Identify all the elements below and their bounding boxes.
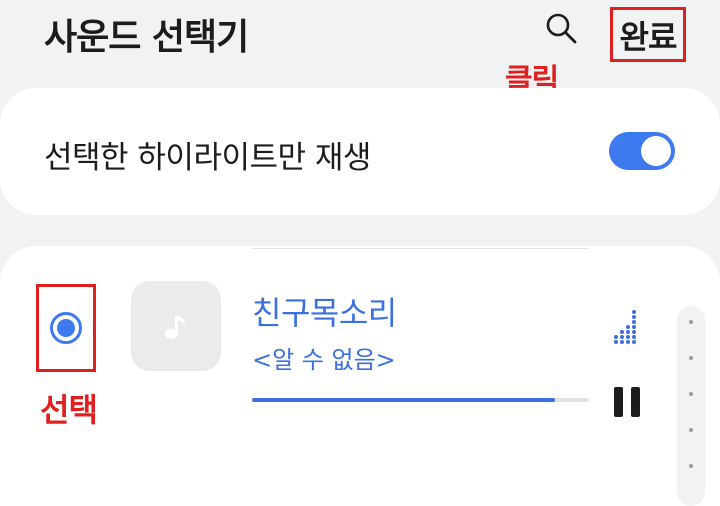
equalizer-icon — [614, 310, 636, 344]
song-artist: <알 수 없음> — [252, 346, 396, 374]
pause-bar-right — [631, 387, 640, 417]
divider — [252, 248, 589, 249]
playback-progress-fill — [252, 398, 556, 402]
song-thumbnail — [131, 281, 221, 371]
page-title: 사운드 선택기 — [44, 17, 249, 58]
highlight-only-switch[interactable] — [609, 132, 675, 170]
music-note-icon — [165, 316, 185, 339]
song-title[interactable]: 친구목소리 — [252, 288, 397, 334]
done-button-label: 완료 — [619, 17, 678, 56]
pause-bar-left — [614, 387, 623, 417]
done-button[interactable]: 완료 — [610, 7, 686, 62]
highlight-only-label: 선택한 하이라이트만 재생 — [44, 140, 371, 176]
sound-list-card: 친구목소리 <알 수 없음> — [0, 246, 720, 506]
fast-scroll-bar[interactable] — [677, 306, 705, 506]
playback-progress[interactable] — [252, 398, 589, 402]
pause-icon[interactable] — [612, 387, 642, 417]
radio-highlight-box — [36, 284, 96, 372]
search-icon[interactable] — [543, 10, 579, 46]
select-annotation: 선택 — [40, 391, 98, 429]
switch-knob — [641, 136, 671, 166]
song-radio-button[interactable] — [50, 312, 82, 344]
highlight-only-card: 선택한 하이라이트만 재생 — [0, 88, 720, 215]
